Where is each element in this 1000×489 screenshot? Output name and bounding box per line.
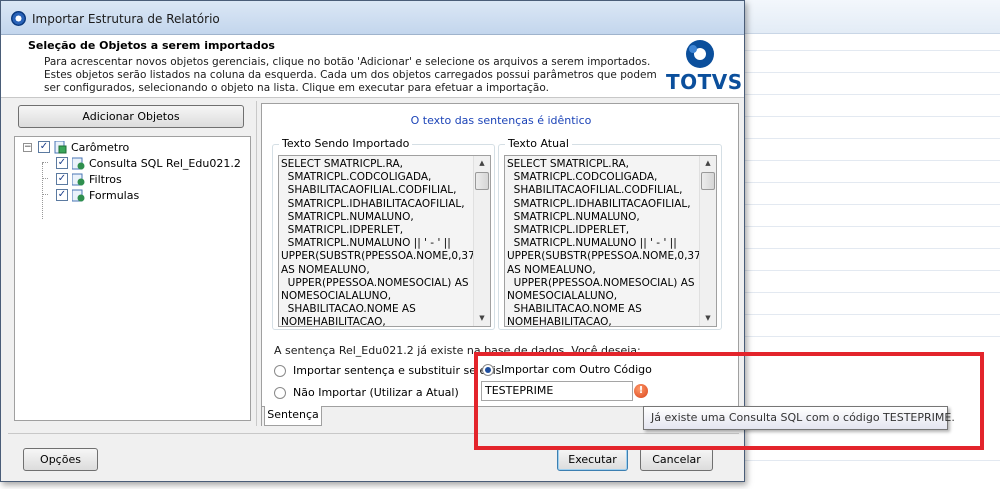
imported-sql-text: SELECT SMATRICPL.RA, SMATRICPL.CODCOLIGA… [281, 158, 483, 327]
report-icon [54, 140, 67, 154]
tree-label-root: Carômetro [71, 141, 130, 154]
current-text-legend: Texto Atual [505, 137, 572, 150]
background-row [745, 204, 1000, 205]
description-line: ser configurados, selecionando o objeto … [44, 82, 549, 94]
scroll-up-icon[interactable]: ▲ [700, 156, 716, 171]
add-objects-button[interactable]: Adicionar Objetos [18, 105, 244, 128]
description-line: Para acrescentar novos objetos gerenciai… [44, 56, 651, 68]
totvs-logo: TOTVS [666, 38, 743, 94]
current-sql-textbox[interactable]: SELECT SMATRICPL.RA, SMATRICPL.CODCOLIGA… [504, 155, 717, 327]
tree-label-sql: Consulta SQL Rel_Edu021.2 [89, 157, 241, 170]
checkbox-checked-icon[interactable]: ✓ [56, 157, 68, 169]
vertical-scrollbar[interactable]: ▲ ▼ [473, 156, 490, 326]
collapse-icon[interactable]: − [23, 143, 32, 152]
radio-replace[interactable] [274, 365, 286, 377]
background-row [745, 94, 1000, 95]
background-row [745, 292, 1000, 293]
scroll-thumb[interactable] [701, 172, 715, 190]
objects-tree: − ✓ Carômetro ✓ Consulta SQL Rel_Edu021.… [14, 136, 251, 421]
radio-no-import[interactable] [274, 387, 286, 399]
radio-no-import-label[interactable]: Não Importar (Utilizar a Atual) [293, 386, 459, 399]
background-row [745, 314, 1000, 315]
background-row [745, 226, 1000, 227]
scroll-thumb[interactable] [475, 172, 489, 190]
sql-query-icon [71, 157, 85, 170]
scroll-down-icon[interactable]: ▼ [474, 311, 490, 326]
formula-icon [71, 189, 85, 202]
current-text-group: Texto Atual SELECT SMATRICPL.RA, SMATRIC… [498, 137, 722, 330]
objects-pane: Adicionar Objetos − ✓ Carômetro ✓ Consul… [8, 101, 257, 426]
scroll-down-icon[interactable]: ▼ [700, 311, 716, 326]
tree-node-filtros[interactable]: ✓ Filtros [17, 172, 247, 188]
app-icon [11, 11, 26, 26]
checkbox-checked-icon[interactable]: ✓ [56, 189, 68, 201]
tab-sentenca[interactable]: Sentença [264, 406, 322, 426]
background-row [745, 72, 1000, 73]
background-row [745, 50, 1000, 51]
background-row [745, 116, 1000, 117]
background-row [745, 182, 1000, 183]
totvs-logo-icon [686, 40, 714, 68]
title-bar[interactable]: Importar Estrutura de Relatório [1, 1, 744, 35]
background-row [745, 270, 1000, 271]
background-row [745, 248, 1000, 249]
background-row [745, 138, 1000, 139]
tree-node-formulas[interactable]: ✓ Formulas [17, 188, 247, 204]
compare-message: O texto das sentenças é idêntico [410, 114, 592, 127]
checkbox-checked-icon[interactable]: ✓ [38, 141, 50, 153]
background-row [745, 336, 1000, 337]
filter-icon [71, 173, 85, 186]
vertical-scrollbar[interactable]: ▲ ▼ [699, 156, 716, 326]
current-sql-text: SELECT SMATRICPL.RA, SMATRICPL.CODCOLIGA… [507, 158, 709, 327]
options-button[interactable]: Opções [23, 448, 98, 471]
execute-button[interactable]: Executar [557, 448, 628, 471]
background-row [745, 160, 1000, 161]
checkbox-checked-icon[interactable]: ✓ [56, 173, 68, 185]
cancel-button[interactable]: Cancelar [640, 448, 713, 471]
imported-sql-textbox[interactable]: SELECT SMATRICPL.RA, SMATRICPL.CODCOLIGA… [278, 155, 491, 327]
red-highlight-box [474, 352, 984, 450]
background-row [745, 460, 1000, 461]
header-title: Seleção de Objetos a serem importados [28, 39, 275, 52]
description-line: Estes objetos serão listados na coluna d… [44, 69, 657, 81]
tree-node-sql[interactable]: ✓ Consulta SQL Rel_Edu021.2 [17, 156, 247, 172]
tree-label-filtros: Filtros [89, 173, 122, 186]
logo-text: TOTVS [666, 70, 743, 94]
tree-label-formulas: Formulas [89, 189, 140, 202]
imported-text-group: Texto Sendo Importado SELECT SMATRICPL.R… [272, 137, 495, 330]
tree-node-root[interactable]: − ✓ Carômetro [17, 140, 247, 156]
dialog-header: Seleção de Objetos a serem importados Pa… [1, 35, 744, 98]
scroll-up-icon[interactable]: ▲ [474, 156, 490, 171]
imported-text-legend: Texto Sendo Importado [279, 137, 413, 150]
window-title: Importar Estrutura de Relatório [32, 12, 220, 26]
